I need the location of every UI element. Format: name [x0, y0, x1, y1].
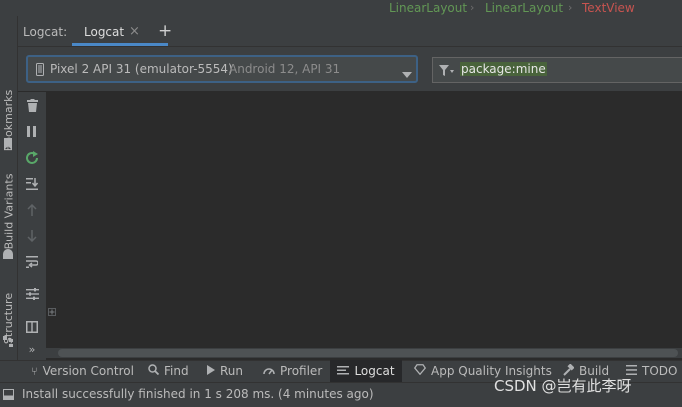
logcat-output[interactable]: [46, 92, 682, 348]
pause-button[interactable]: [18, 122, 46, 144]
breadcrumb: LinearLayout › LinearLayout › TextView: [0, 0, 682, 16]
filter-icon[interactable]: [439, 64, 455, 77]
run-icon: [207, 364, 215, 378]
find-tab[interactable]: Find: [148, 360, 189, 382]
tool-windows-toggle-icon[interactable]: [3, 389, 14, 400]
version-control-label: Version Control: [42, 364, 134, 378]
logcat-settings-button[interactable]: [18, 284, 46, 306]
run-tab[interactable]: Run: [207, 360, 243, 382]
more-actions-icon[interactable]: »: [18, 338, 46, 360]
device-selector[interactable]: Pixel 2 API 31 (emulator-5554) Android 1…: [26, 55, 418, 83]
arrow-up-icon: [27, 203, 37, 219]
restart-button[interactable]: [18, 148, 46, 170]
breadcrumb-item-linearlayout-2[interactable]: LinearLayout: [485, 0, 563, 16]
expand-fold-icon[interactable]: [48, 308, 56, 316]
breadcrumb-item-textview[interactable]: TextView: [582, 0, 635, 16]
profiler-label: Profiler: [280, 364, 323, 378]
horizontal-scrollbar-thumb[interactable]: [58, 349, 678, 357]
breadcrumb-separator: ›: [568, 1, 573, 14]
soft-wrap-icon: [26, 255, 39, 271]
previous-occurrence-button[interactable]: [18, 200, 46, 222]
logcat-bottom-label: Logcat: [354, 364, 395, 378]
logcat-tab-label: Logcat: [84, 25, 125, 39]
profiler-tab[interactable]: Profiler: [263, 360, 322, 382]
add-tab-icon[interactable]: +: [158, 21, 172, 41]
trash-icon: [26, 99, 38, 115]
watermark-text: CSDN @岂有此李呀: [494, 377, 632, 395]
branch-icon: ⑂: [31, 364, 38, 378]
split-panels-icon: [26, 320, 38, 336]
left-tool-stripe: Bookmarks Build Variants Structure: [0, 16, 18, 362]
device-name: Pixel 2 API 31 (emulator-5554): [50, 62, 233, 76]
android-icon: [2, 248, 14, 260]
logcat-filter-field[interactable]: package:mine: [432, 57, 682, 83]
breadcrumb-separator: ›: [470, 1, 475, 14]
arrow-down-icon: [27, 229, 37, 245]
search-icon: [148, 364, 160, 378]
scroll-to-end-icon: [26, 177, 39, 193]
restart-icon: [25, 151, 39, 167]
next-occurrence-button[interactable]: [18, 226, 46, 248]
breadcrumb-item-linearlayout-1[interactable]: LinearLayout: [389, 0, 467, 16]
soft-wrap-button[interactable]: [18, 252, 46, 274]
close-tab-icon[interactable]: ×: [129, 24, 140, 39]
clear-logcat-button[interactable]: [18, 96, 46, 118]
split-view-button[interactable]: [18, 317, 46, 339]
version-control-tab[interactable]: ⑂ Version Control: [31, 360, 134, 382]
logcat-tab[interactable]: Logcat ×: [72, 16, 168, 46]
bookmarks-tab[interactable]: Bookmarks: [0, 70, 17, 170]
chevron-down-icon[interactable]: [402, 67, 412, 78]
gauge-icon: [263, 364, 275, 378]
scroll-to-end-button[interactable]: [18, 174, 46, 196]
run-label: Run: [220, 364, 244, 378]
device-phone-icon: [36, 63, 44, 76]
structure-icon: [3, 336, 14, 347]
active-tab-underline: [72, 43, 168, 46]
todo-tab[interactable]: TODO: [626, 360, 677, 382]
find-label: Find: [164, 364, 189, 378]
logcat-side-toolbar: »: [18, 92, 46, 362]
filter-input-value[interactable]: package:mine: [460, 62, 547, 76]
todo-label: TODO: [642, 364, 678, 378]
bookmark-icon: [3, 138, 13, 150]
logcat-bottom-tab[interactable]: Logcat: [330, 360, 402, 382]
device-detail: Android 12, API 31: [229, 62, 341, 76]
pause-icon: [27, 126, 37, 140]
logcat-tool-window-header: Logcat: Logcat × +: [18, 16, 682, 47]
diamond-icon: [413, 364, 427, 378]
build-variants-tab-label: Build Variants: [2, 173, 16, 249]
logcat-icon: [337, 364, 350, 378]
status-message[interactable]: Install successfully finished in 1 s 208…: [22, 387, 374, 401]
tool-window-title: Logcat:: [23, 25, 68, 39]
settings-sliders-icon: [25, 287, 39, 303]
status-bar: Install successfully finished in 1 s 208…: [0, 377, 682, 407]
